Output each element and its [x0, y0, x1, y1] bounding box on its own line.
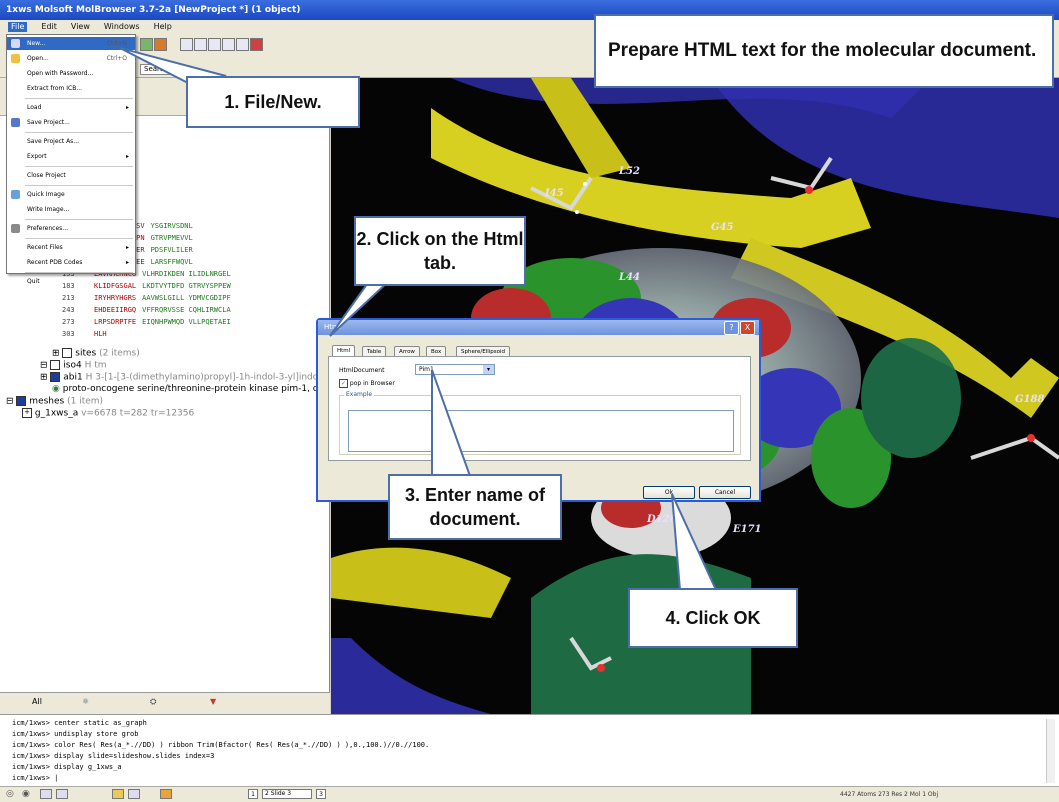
- command-console[interactable]: icm/1xws> center static as_graph icm/1xws…: [0, 714, 1059, 786]
- slide-icon[interactable]: [160, 789, 172, 799]
- console-line: icm/1xws> color Res( Res(a_*.//DD) ) rib…: [12, 741, 430, 749]
- page-count-field[interactable]: 3: [316, 789, 326, 799]
- step1-callout: 1. File/New.: [186, 76, 360, 128]
- console-scrollbar[interactable]: [1046, 719, 1055, 783]
- console-line: icm/1xws> center static as_graph: [12, 719, 147, 727]
- slide-select-value: 2 Slide 3: [265, 790, 292, 797]
- console-line: icm/1xws> undisplay store grob: [12, 730, 139, 738]
- slide-select[interactable]: 2 Slide 3: [262, 789, 312, 799]
- console-line: icm/1xws> display slide=slideshow.slides…: [12, 752, 215, 760]
- step1-callout-text: 1. File/New.: [224, 91, 322, 112]
- step2-callout: 2. Click on the Html tab.: [354, 216, 526, 286]
- step4-callout: 4. Click OK: [628, 588, 798, 648]
- slide-icon[interactable]: [56, 789, 68, 799]
- slide-icon[interactable]: [112, 789, 124, 799]
- slide-icon[interactable]: [128, 789, 140, 799]
- callout-pointers: [119, 47, 718, 591]
- step2-callout-text: 2. Click on the Html tab.: [356, 228, 524, 273]
- step3-callout-text: 3. Enter name of document.: [404, 484, 546, 529]
- stop-icon[interactable]: ◉: [22, 789, 30, 799]
- status-text: 4427 Atoms 273 Res 2 Mol 1 Obj: [840, 791, 939, 798]
- slide-icon[interactable]: [40, 789, 52, 799]
- console-line: icm/1xws> display g_1xws_a: [12, 763, 122, 771]
- page-field[interactable]: 1: [248, 789, 258, 799]
- step4-callout-text: 4. Click OK: [665, 607, 761, 628]
- console-line: icm/1xws> |: [12, 774, 59, 782]
- status-bar: ◎ ◉ 1 2 Slide 3 3 4427 Atoms 273 Res 2 M…: [0, 786, 1059, 802]
- step3-callout: 3. Enter name of document.: [388, 474, 562, 540]
- record-icon[interactable]: ◎: [6, 789, 14, 799]
